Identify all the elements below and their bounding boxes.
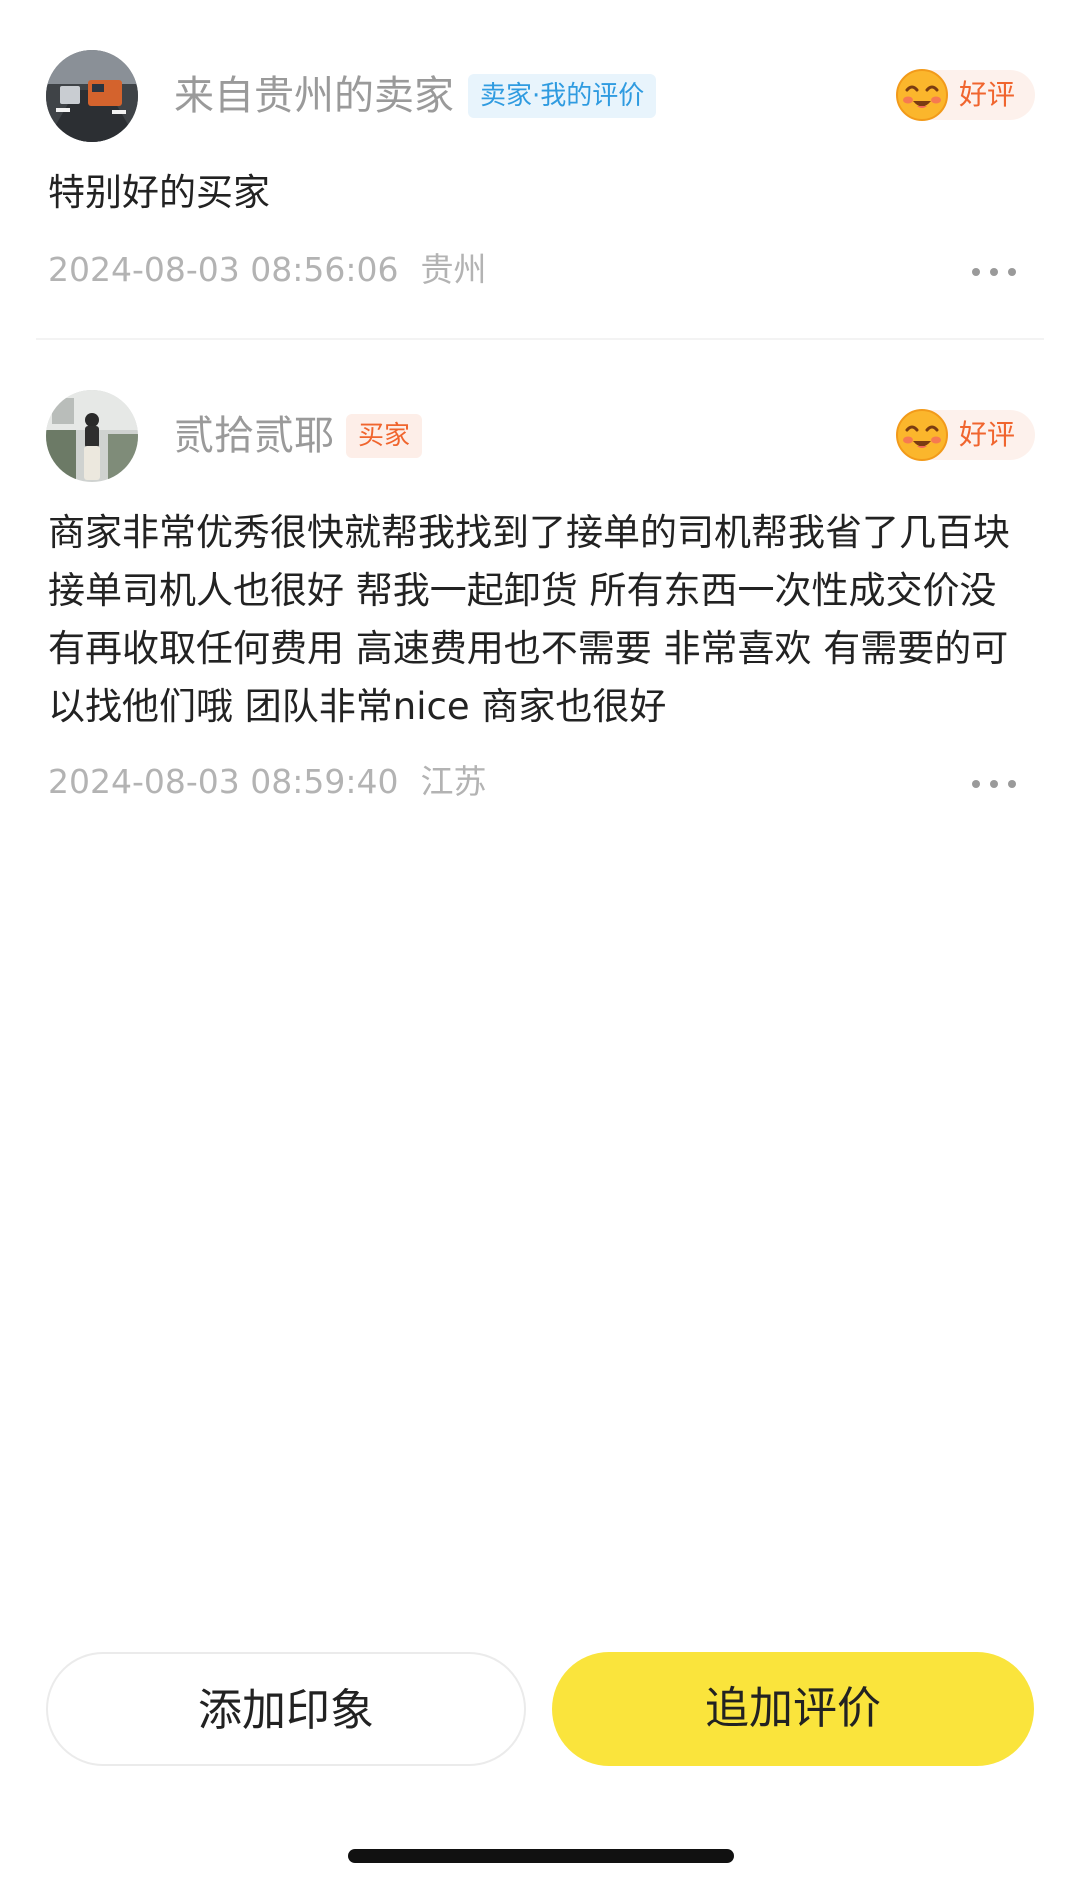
add-impression-button[interactable]: 添加印象 bbox=[46, 1652, 526, 1766]
reviewer-name[interactable]: 贰拾贰耶 bbox=[174, 410, 334, 462]
smiling-face-icon bbox=[896, 69, 948, 121]
role-badge: 卖家·我的评价 bbox=[468, 74, 657, 118]
review-timestamp: 2024-08-03 08:59:40 bbox=[48, 762, 399, 801]
smiling-face-icon bbox=[896, 409, 948, 461]
review-meta: 2024-08-03 08:59:40 江苏 bbox=[48, 760, 486, 804]
rating-badge: 好评 bbox=[896, 69, 1035, 121]
more-dots-icon[interactable] bbox=[968, 774, 1020, 794]
divider bbox=[36, 338, 1044, 340]
avatar[interactable] bbox=[46, 50, 138, 142]
rating-label: 好评 bbox=[959, 78, 1016, 111]
review-location: 江苏 bbox=[420, 762, 487, 801]
home-indicator[interactable] bbox=[348, 1849, 734, 1863]
more-dots-icon[interactable] bbox=[968, 262, 1020, 282]
review-meta: 2024-08-03 08:56:06 贵州 bbox=[48, 248, 486, 292]
rating-badge: 好评 bbox=[896, 409, 1035, 461]
role-badge: 买家 bbox=[346, 414, 423, 458]
reviewer-name[interactable]: 来自贵州的卖家 bbox=[174, 70, 454, 122]
avatar[interactable] bbox=[46, 390, 138, 482]
review-location: 贵州 bbox=[420, 250, 487, 289]
review-content: 商家非常优秀很快就帮我找到了接单的司机帮我省了几百块 接单司机人也很好 帮我一起… bbox=[48, 511, 1010, 728]
rating-label: 好评 bbox=[959, 418, 1016, 451]
review-timestamp: 2024-08-03 08:56:06 bbox=[48, 250, 399, 289]
review-content: 特别好的买家 bbox=[48, 171, 270, 214]
follow-up-review-button[interactable]: 追加评价 bbox=[552, 1652, 1034, 1766]
